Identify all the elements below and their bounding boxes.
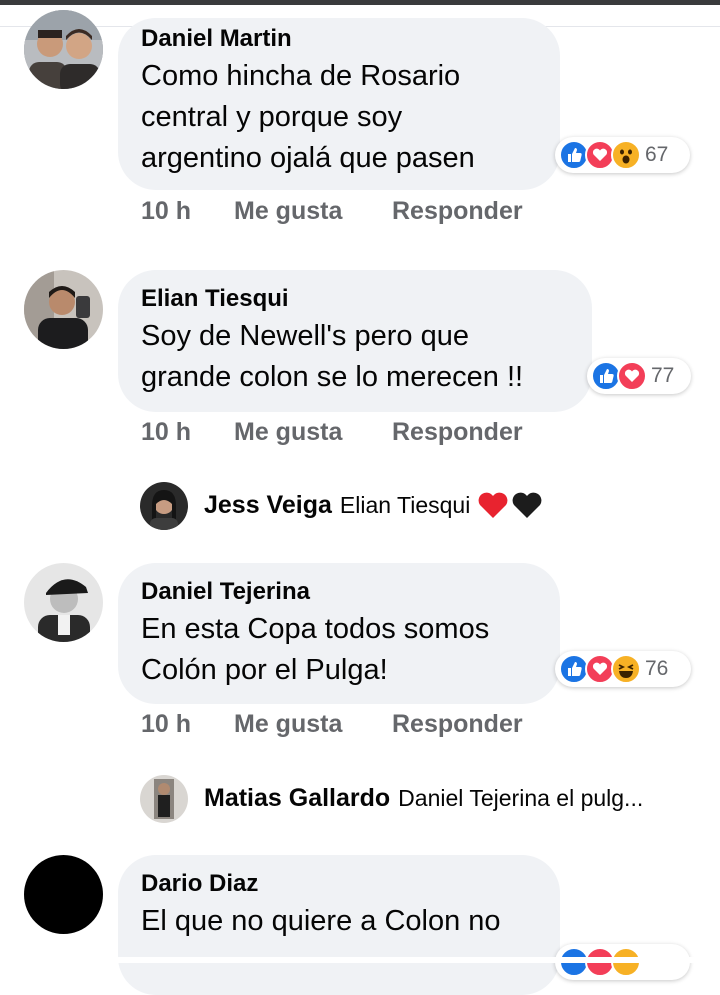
- reply-author[interactable]: Matias Gallardo: [204, 784, 390, 813]
- reply-button[interactable]: Responder: [392, 710, 523, 739]
- wow-icon: [611, 140, 641, 170]
- love-icon: [617, 361, 647, 391]
- reaction-count: 76: [645, 657, 669, 680]
- comment-bubble: Dario Diaz El que no quiere a Colon no: [118, 855, 560, 995]
- comment-text-line: central y porque soy: [141, 101, 403, 133]
- reply-emojis: [476, 490, 544, 520]
- comment-author[interactable]: Daniel Martin: [141, 25, 538, 53]
- comment-time: 10 h: [141, 710, 192, 738]
- reply-preview[interactable]: Matias Gallardo Daniel Tejerina el pulg.…: [204, 784, 643, 813]
- reaction-count: 67: [645, 143, 669, 166]
- comment-author[interactable]: Elian Tiesqui: [141, 285, 570, 313]
- reaction-count: 77: [651, 364, 675, 387]
- avatar-elian-tiesqui[interactable]: [24, 270, 103, 349]
- comment-author[interactable]: Dario Diaz: [141, 870, 538, 898]
- avatar-photo: [140, 482, 188, 530]
- comment-time: 10 h: [141, 197, 192, 225]
- comment-text-line: Colón por el Pulga!: [141, 654, 388, 686]
- avatar-photo: [24, 270, 103, 349]
- avatar-daniel-tejerina[interactable]: [24, 563, 103, 642]
- avatar-photo: [140, 775, 188, 823]
- reactions-summary[interactable]: 76: [555, 651, 691, 687]
- avatar-jess-veiga[interactable]: [140, 482, 188, 530]
- reply-author[interactable]: Jess Veiga: [204, 491, 332, 520]
- like-button[interactable]: Me gusta: [234, 418, 342, 447]
- comment-text-line: Como hincha de Rosario: [141, 60, 461, 92]
- comment-bubble: Daniel Tejerina En esta Copa todos somos…: [118, 563, 560, 704]
- avatar-daniel-martin[interactable]: [24, 10, 103, 89]
- avatar-matias-gallardo[interactable]: [140, 775, 188, 823]
- reactions-summary[interactable]: 67: [555, 137, 690, 173]
- comment-text-line: grande colon se lo merecen !!: [141, 361, 524, 393]
- comment-text-line: Soy de Newell's pero que: [141, 320, 469, 352]
- top-status-bar: [0, 0, 720, 5]
- comment-text-line: En esta Copa todos somos: [141, 613, 490, 645]
- avatar-photo: [24, 10, 103, 89]
- reply-preview[interactable]: Jess Veiga Elian Tiesqui: [204, 490, 544, 520]
- black-heart-icon: [512, 492, 542, 518]
- reply-button[interactable]: Responder: [392, 418, 523, 447]
- comment-author[interactable]: Daniel Tejerina: [141, 578, 538, 606]
- reply-button[interactable]: Responder: [392, 197, 523, 226]
- bottom-edge: [0, 957, 720, 963]
- reply-text: Elian Tiesqui: [339, 491, 471, 518]
- comment-bubble: Daniel Martin Como hincha de Rosario cen…: [118, 18, 560, 190]
- comment-bubble: Elian Tiesqui Soy de Newell's pero que g…: [118, 270, 592, 412]
- avatar-dario-diaz[interactable]: [24, 855, 103, 934]
- red-heart-icon: [478, 492, 508, 518]
- avatar-photo: [24, 563, 103, 642]
- haha-icon: [611, 654, 641, 684]
- reply-text: Daniel Tejerina el pulg...: [398, 785, 644, 811]
- comment-time: 10 h: [141, 418, 192, 446]
- like-button[interactable]: Me gusta: [234, 710, 342, 739]
- reactions-summary[interactable]: 77: [587, 358, 691, 394]
- like-button[interactable]: Me gusta: [234, 197, 342, 226]
- comment-text-line: argentino ojalá que pasen: [141, 142, 475, 174]
- comment-text-line: El que no quiere a Colon no: [141, 905, 501, 937]
